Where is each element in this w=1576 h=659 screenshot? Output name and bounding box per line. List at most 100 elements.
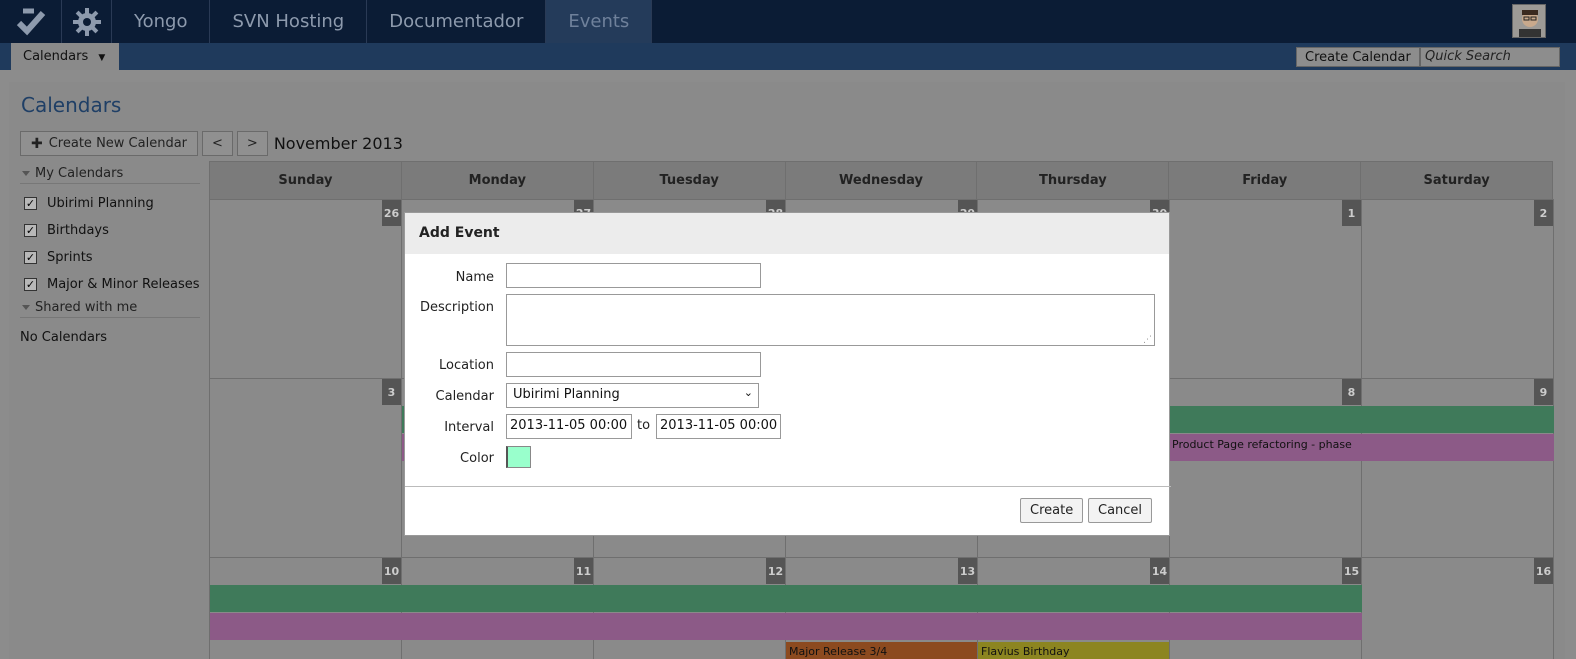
description-textarea[interactable]: ⋰ — [506, 294, 1155, 346]
gear-icon[interactable] — [62, 0, 112, 43]
calendar-toolbar: ✚ Create New Calendar < > November 2013 — [20, 131, 403, 156]
nav-yongo[interactable]: Yongo — [112, 0, 211, 43]
weekday-header: Sunday Monday Tuesday Wednesday Thursday… — [210, 161, 1554, 199]
dialog-footer-divider — [405, 486, 1171, 487]
weekday-tuesday: Tuesday — [594, 162, 786, 199]
plus-icon: ✚ — [31, 135, 43, 152]
calendar-checkbox[interactable]: ✓ — [24, 278, 37, 291]
day-cell[interactable]: 1 — [1170, 200, 1362, 378]
create-new-calendar-label: Create New Calendar — [48, 136, 188, 151]
calendars-menu[interactable]: Calendars ▼ — [11, 43, 119, 70]
collapse-triangle-icon — [22, 171, 30, 176]
week-row: 10 11 12 13 14 15 16 Major Release 3/4 F… — [210, 557, 1554, 659]
day-number: 26 — [382, 200, 401, 226]
day-number: 10 — [382, 558, 401, 584]
nav-documentador[interactable]: Documentador — [367, 0, 547, 43]
event-bar-sprint[interactable] — [210, 585, 1362, 612]
create-calendar-button[interactable]: Create Calendar — [1296, 47, 1420, 67]
weekday-saturday: Saturday — [1361, 162, 1554, 199]
day-number: 9 — [1534, 379, 1553, 405]
event-label: Product Page refactoring - phase — [1172, 438, 1352, 451]
calendars-menu-label: Calendars — [23, 49, 89, 64]
calendar-item-label: Birthdays — [47, 223, 109, 238]
location-input[interactable] — [506, 352, 761, 377]
dialog-title: Add Event — [405, 213, 1169, 254]
top-nav: Yongo SVN Hosting Documentador Events — [112, 0, 653, 43]
chevron-down-icon: ⌄ — [743, 386, 753, 399]
day-number: 13 — [958, 558, 977, 584]
day-number: 15 — [1342, 558, 1361, 584]
color-swatch[interactable] — [506, 446, 531, 468]
day-number: 1 — [1342, 200, 1361, 226]
avatar[interactable] — [1512, 4, 1546, 38]
name-row: Name — [405, 265, 494, 290]
location-label: Location — [439, 358, 494, 373]
calendar-checkbox[interactable]: ✓ — [24, 197, 37, 210]
calendar-checkbox[interactable]: ✓ — [24, 224, 37, 237]
day-cell[interactable]: 3 — [210, 379, 402, 557]
event-bar-birthday[interactable]: Flavius Birthday — [978, 642, 1169, 659]
add-event-dialog: Add Event Name Description ⋰ Location Ca… — [404, 212, 1171, 536]
color-label: Color — [460, 451, 494, 466]
sub-bar: Calendars ▼ Create Calendar Quick Search — [0, 43, 1576, 70]
create-new-calendar-button[interactable]: ✚ Create New Calendar — [20, 131, 199, 156]
event-bar-major-release[interactable]: Major Release 3/4 — [786, 642, 977, 659]
description-label: Description — [419, 299, 494, 315]
calendar-item-birthdays: ✓ Birthdays — [20, 217, 200, 244]
event-label: Major Release 3/4 — [789, 645, 888, 658]
month-label: November 2013 — [273, 134, 403, 153]
event-bar-planning[interactable] — [210, 613, 1362, 640]
sidebar: My Calendars ✓ Ubirimi Planning ✓ Birthd… — [20, 164, 200, 351]
event-label: Flavius Birthday — [981, 645, 1070, 658]
interval-label: Interval — [444, 420, 494, 435]
cancel-button[interactable]: Cancel — [1088, 498, 1153, 523]
weekday-friday: Friday — [1169, 162, 1362, 199]
calendar-item-releases: ✓ Major & Minor Releases — [20, 271, 200, 298]
next-month-button[interactable]: > — [236, 131, 268, 156]
interval-to-input[interactable]: 2013-11-05 00:00 — [656, 414, 781, 439]
prev-month-button[interactable]: < — [202, 131, 233, 156]
color-row: Color — [405, 446, 494, 471]
calendar-row: Calendar — [405, 384, 494, 409]
weekday-thursday: Thursday — [977, 162, 1170, 199]
calendar-item-label: Major & Minor Releases — [47, 277, 200, 292]
day-number: 11 — [574, 558, 593, 584]
my-calendars-header[interactable]: My Calendars — [20, 164, 200, 184]
nav-svn-hosting[interactable]: SVN Hosting — [210, 0, 368, 43]
calendar-item-label: Ubirimi Planning — [47, 196, 154, 211]
calendar-checkbox[interactable]: ✓ — [24, 251, 37, 264]
create-button[interactable]: Create — [1020, 498, 1084, 523]
quick-search-input[interactable]: Quick Search — [1420, 47, 1560, 67]
weekday-wednesday: Wednesday — [786, 162, 978, 199]
day-cell[interactable]: 26 — [210, 200, 402, 378]
day-number: 14 — [1150, 558, 1169, 584]
weekday-monday: Monday — [402, 162, 594, 199]
day-cell[interactable]: 16 — [1362, 558, 1554, 659]
resize-grip-icon[interactable]: ⋰ — [1143, 335, 1152, 345]
calendar-item-label: Sprints — [47, 250, 93, 265]
nav-events[interactable]: Events — [546, 0, 653, 43]
calendar-label: Calendar — [435, 389, 494, 404]
day-number: 3 — [382, 379, 401, 405]
calendar-item-sprints: ✓ Sprints — [20, 244, 200, 271]
shared-label: Shared with me — [35, 300, 138, 315]
interval-to-label: to — [637, 418, 651, 433]
my-calendars-label: My Calendars — [35, 166, 124, 181]
calendar-item-ubirimi-planning: ✓ Ubirimi Planning — [20, 190, 200, 217]
day-number: 8 — [1342, 379, 1361, 405]
day-number: 12 — [766, 558, 785, 584]
calendar-select[interactable]: Ubirimi Planning ⌄ — [506, 383, 759, 408]
caret-down-icon: ▼ — [98, 53, 106, 63]
weekday-sunday: Sunday — [210, 162, 402, 199]
description-row: Description — [405, 297, 494, 317]
top-bar: Yongo SVN Hosting Documentador Events — [0, 0, 1576, 43]
shared-header[interactable]: Shared with me — [20, 298, 200, 318]
name-input[interactable] — [506, 263, 761, 288]
location-row: Location — [405, 353, 494, 378]
interval-from-input[interactable]: 2013-11-05 00:00 — [506, 414, 632, 439]
day-cell[interactable]: 2 — [1362, 200, 1554, 378]
day-number: 16 — [1534, 558, 1553, 584]
app-logo-icon[interactable] — [0, 0, 62, 43]
collapse-triangle-icon — [22, 305, 30, 310]
day-number: 2 — [1534, 200, 1553, 226]
